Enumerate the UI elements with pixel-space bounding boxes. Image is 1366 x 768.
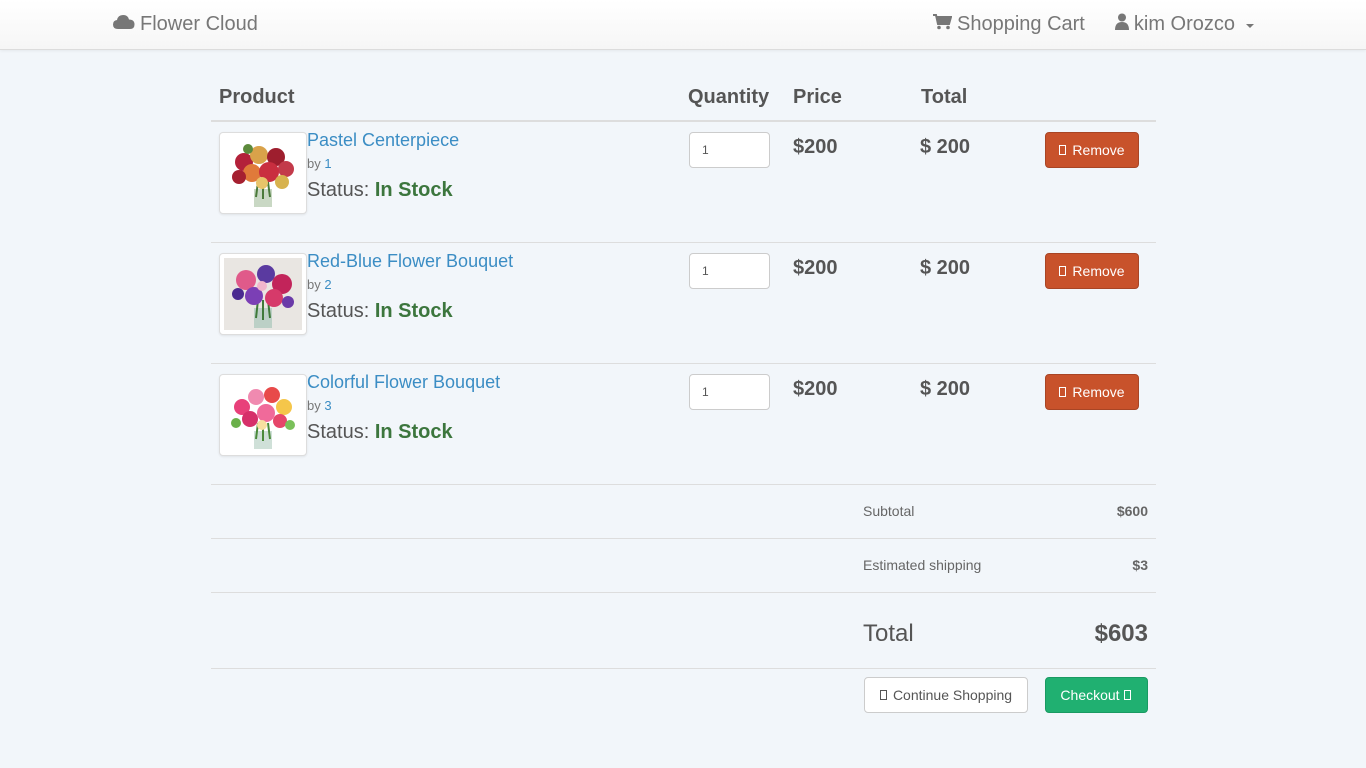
remove-button[interactable]: Remove	[1045, 132, 1139, 168]
remove-label: Remove	[1072, 263, 1125, 279]
total-label: Total	[863, 620, 914, 647]
cart-row: Pastel Centerpiece by 1 Status: In Stock…	[211, 122, 1156, 243]
total-row: Total $603	[211, 593, 1156, 669]
seller-link[interactable]: 3	[324, 398, 331, 413]
header-price: Price	[793, 86, 842, 108]
header-total: Total	[921, 86, 968, 108]
unit-price: $200	[793, 136, 838, 158]
unit-price: $200	[793, 257, 838, 279]
by-label: by	[307, 156, 321, 171]
continue-shopping-button[interactable]: Continue Shopping	[864, 677, 1028, 713]
header-quantity: Quantity	[688, 86, 770, 108]
shopping-cart-icon	[879, 690, 887, 700]
status-value: In Stock	[374, 300, 453, 322]
quantity-input[interactable]	[689, 132, 770, 168]
seller-link[interactable]: 2	[324, 277, 331, 292]
subtotal-value: $600	[1116, 503, 1148, 519]
brand-name: Flower Cloud	[140, 13, 258, 35]
status-value: In Stock	[374, 421, 453, 443]
cart-actions: Continue Shopping Checkout	[211, 669, 1156, 729]
checkout-label: Checkout	[1060, 687, 1120, 703]
shipping-label: Estimated shipping	[863, 557, 982, 573]
quantity-input[interactable]	[689, 253, 770, 289]
status-label: Status:	[307, 300, 370, 322]
status-label: Status:	[307, 421, 370, 443]
line-total: $ 200	[920, 378, 971, 400]
product-status: Status: In Stock	[307, 421, 453, 444]
user-icon	[1114, 13, 1129, 36]
user-menu-toggle[interactable]: kim Orozco	[1114, 13, 1254, 36]
subtotal-row: Subtotal $600	[211, 485, 1156, 539]
by-label: by	[307, 398, 321, 413]
shopping-cart-icon	[933, 13, 953, 36]
caret-down-icon	[1246, 24, 1254, 28]
product-name-link[interactable]: Colorful Flower Bouquet	[307, 372, 500, 393]
remove-button[interactable]: Remove	[1045, 374, 1139, 410]
quantity-input[interactable]	[689, 374, 770, 410]
user-name: kim Orozco	[1133, 13, 1235, 35]
product-image[interactable]	[219, 374, 307, 456]
cloud-icon	[113, 13, 135, 36]
product-name-link[interactable]: Red-Blue Flower Bouquet	[307, 251, 513, 272]
unit-price: $200	[793, 378, 838, 400]
line-total: $ 200	[920, 257, 971, 279]
product-byline: by 3	[307, 398, 332, 413]
by-label: by	[307, 277, 321, 292]
status-value: In Stock	[374, 179, 453, 201]
trash-icon	[1059, 387, 1067, 397]
product-status: Status: In Stock	[307, 300, 453, 323]
trash-icon	[1059, 266, 1067, 276]
cart-table: Product Quantity Price Total Pastel Cent…	[211, 78, 1156, 729]
cart-row: Colorful Flower Bouquet by 3 Status: In …	[211, 364, 1156, 485]
seller-link[interactable]: 1	[324, 156, 331, 171]
shopping-cart-label: Shopping Cart	[957, 13, 1085, 35]
navbar: Flower Cloud Shopping Cart kim Orozco	[0, 0, 1366, 50]
trash-icon	[1059, 145, 1067, 155]
product-name-link[interactable]: Pastel Centerpiece	[307, 130, 459, 151]
remove-label: Remove	[1072, 142, 1125, 158]
subtotal-label: Subtotal	[863, 503, 915, 519]
line-total: $ 200	[920, 136, 971, 158]
nav-shopping-cart[interactable]: Shopping Cart	[933, 13, 1085, 36]
product-image[interactable]	[219, 253, 307, 335]
continue-shopping-label: Continue Shopping	[892, 687, 1013, 703]
header-product: Product	[219, 86, 295, 108]
remove-label: Remove	[1072, 384, 1125, 400]
shipping-row: Estimated shipping $3	[211, 539, 1156, 593]
shipping-value: $3	[1132, 557, 1148, 573]
product-byline: by 1	[307, 156, 332, 171]
brand-link[interactable]: Flower Cloud	[113, 13, 258, 36]
cart-row: Red-Blue Flower Bouquet by 2 Status: In …	[211, 243, 1156, 364]
total-value: $603	[1094, 620, 1148, 647]
cart-table-header: Product Quantity Price Total	[211, 78, 1156, 122]
play-icon	[1123, 690, 1131, 700]
checkout-button[interactable]: Checkout	[1045, 677, 1148, 713]
product-image[interactable]	[219, 132, 307, 214]
remove-button[interactable]: Remove	[1045, 253, 1139, 289]
status-label: Status:	[307, 179, 370, 201]
product-byline: by 2	[307, 277, 332, 292]
product-status: Status: In Stock	[307, 179, 453, 202]
